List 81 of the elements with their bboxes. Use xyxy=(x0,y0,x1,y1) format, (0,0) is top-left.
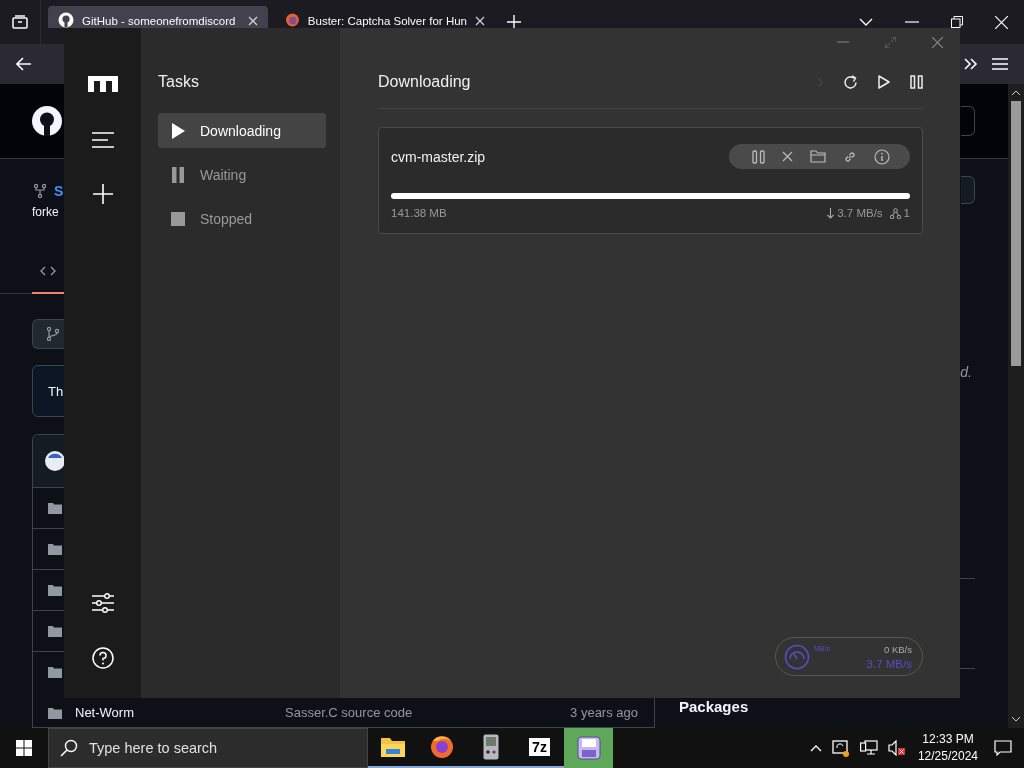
download-arrow-icon xyxy=(827,207,835,219)
archiver-logo: 7z xyxy=(529,738,550,756)
scroll-thumb[interactable] xyxy=(1011,101,1021,366)
download-speed: 3.7 MB/s xyxy=(837,207,883,219)
folder-icon xyxy=(48,543,62,555)
close-tab-icon[interactable] xyxy=(248,16,258,26)
code-icon xyxy=(40,266,56,276)
clock-date: 12/25/2024 xyxy=(917,748,978,765)
connections-icon xyxy=(889,207,901,219)
avatar-icon xyxy=(45,451,65,471)
scrollbar[interactable] xyxy=(1008,84,1024,728)
handheld-console-icon xyxy=(482,734,499,760)
chevron-down-icon[interactable] xyxy=(859,17,873,27)
browser-tab[interactable]: GitHub - someonefromdiscord xyxy=(48,6,268,28)
notice-text: Th xyxy=(48,383,64,399)
upload-speed: 0 KB/s xyxy=(884,642,912,657)
fork-icon xyxy=(34,184,46,198)
link-icon[interactable] xyxy=(842,149,857,164)
folder-icon xyxy=(48,625,62,637)
pause-icon[interactable] xyxy=(910,75,923,89)
section-heading: Packages xyxy=(679,698,749,717)
windows-logo-icon xyxy=(16,740,32,756)
description-text: d. xyxy=(960,364,972,380)
play-icon xyxy=(171,122,185,139)
sidebar-title: Tasks xyxy=(158,73,200,91)
task-filter-item[interactable]: Stopped xyxy=(158,201,326,236)
file-size: 141.38 MB xyxy=(391,207,447,219)
pause-icon xyxy=(171,166,185,183)
page-title: Downloading xyxy=(378,73,471,91)
back-arrow-icon[interactable] xyxy=(16,57,32,71)
connection-count: 1 xyxy=(903,207,910,219)
scroll-down-icon xyxy=(1012,717,1020,722)
folder-icon xyxy=(380,736,405,758)
taskbar-search-field[interactable]: Type here to search xyxy=(48,728,368,768)
info-icon[interactable] xyxy=(873,148,890,165)
double-chevron-icon[interactable] xyxy=(964,58,978,70)
clock-time: 12:33 PM xyxy=(922,731,974,748)
repo-link[interactable]: S xyxy=(54,183,64,199)
new-tab-icon[interactable] xyxy=(507,15,521,29)
search-icon xyxy=(60,739,78,757)
menu-icon[interactable] xyxy=(91,132,114,148)
fox-icon xyxy=(285,12,300,28)
branch-button[interactable] xyxy=(32,319,64,349)
forked-from-text: forke xyxy=(32,205,59,219)
restore-icon[interactable] xyxy=(951,16,963,28)
folder-icon xyxy=(48,502,62,514)
file-name: cvm-master.zip xyxy=(391,148,486,165)
fox-icon xyxy=(429,735,454,759)
scroll-up-icon xyxy=(1012,90,1020,95)
side-field[interactable] xyxy=(961,176,975,204)
browser-tab[interactable]: Buster: Captcha Solver for Hun xyxy=(275,6,495,28)
notification-icon[interactable] xyxy=(994,740,1012,756)
task-card[interactable]: cvm-master.zip 141.38 MB 3.7 MB/s 1 xyxy=(378,127,923,234)
commit-age: 3 years ago xyxy=(570,705,638,720)
tab-list-icon xyxy=(12,15,28,29)
folder-icon xyxy=(48,666,62,678)
play-icon[interactable] xyxy=(878,75,890,89)
clock[interactable]: 12:33 PM 12/25/2024 xyxy=(917,731,978,765)
pause-icon[interactable] xyxy=(751,149,765,164)
folder-icon xyxy=(48,706,62,719)
menu-icon[interactable] xyxy=(992,58,1008,70)
app-logo-icon xyxy=(87,76,118,92)
add-icon[interactable] xyxy=(92,184,113,204)
folder-name[interactable]: Net-Worm xyxy=(75,705,285,720)
help-icon[interactable] xyxy=(91,647,114,669)
refresh-icon[interactable] xyxy=(843,74,858,90)
chevron-up-icon[interactable] xyxy=(809,744,822,752)
task-filter-item[interactable]: Waiting xyxy=(158,157,326,192)
gauge-icon xyxy=(784,643,810,670)
branch-icon xyxy=(47,327,59,341)
speaker-muted-icon[interactable] xyxy=(887,740,906,756)
sync-warning-icon[interactable] xyxy=(831,739,850,757)
download-speed: 3.7 MB/s xyxy=(866,656,912,671)
task-filter-item[interactable]: Downloading xyxy=(158,113,326,148)
stop-icon xyxy=(171,210,185,227)
commit-message[interactable]: Sasser.C source code xyxy=(285,705,571,720)
network-icon[interactable] xyxy=(859,740,878,756)
folder-icon xyxy=(48,584,62,596)
close-tab-icon[interactable] xyxy=(475,16,485,26)
settings-icon[interactable] xyxy=(91,593,114,613)
folder-icon[interactable] xyxy=(809,150,826,163)
